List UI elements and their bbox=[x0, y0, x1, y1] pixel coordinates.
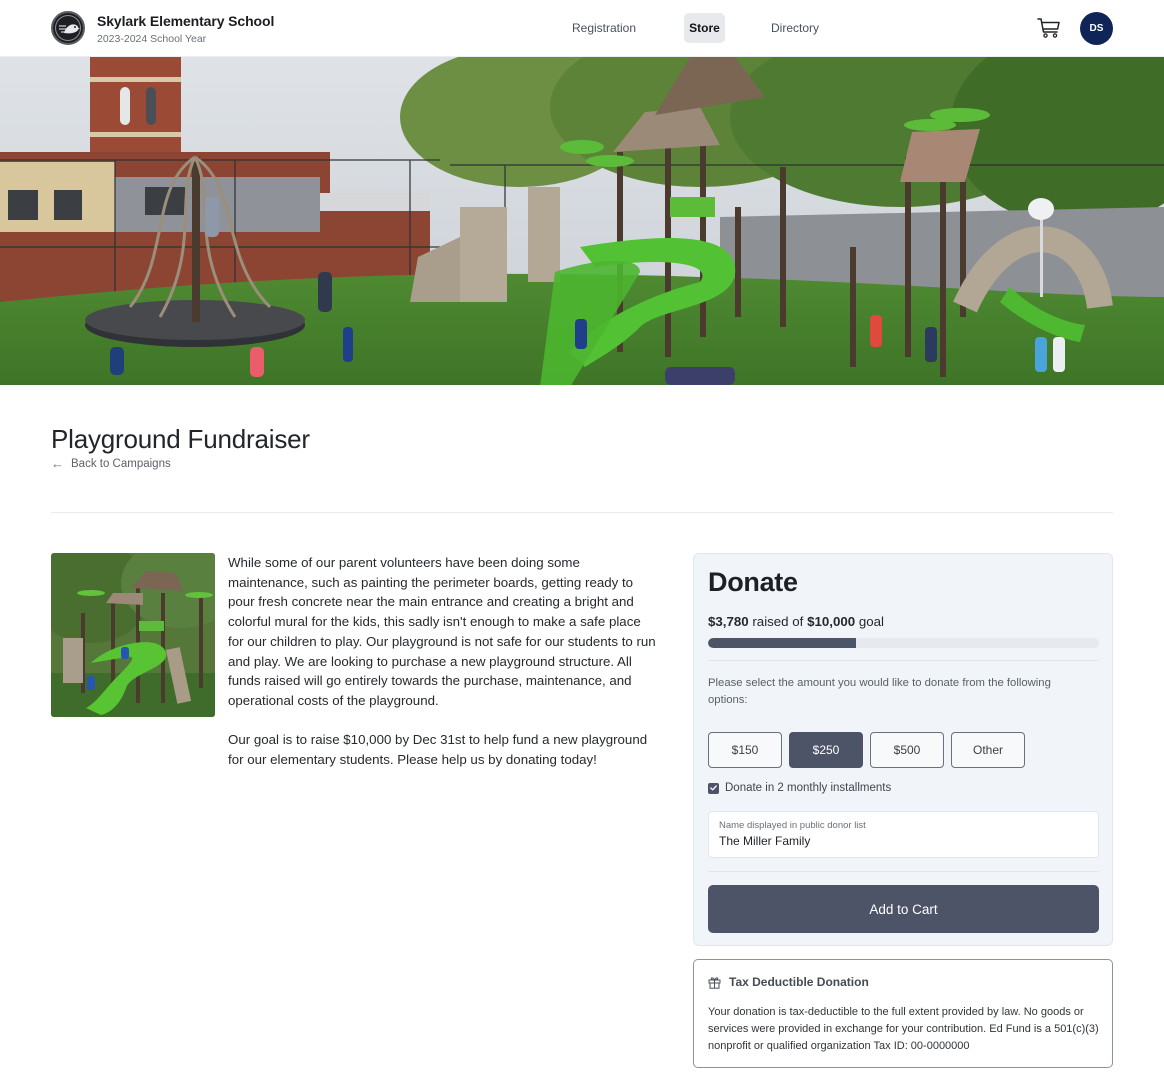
shopping-cart-icon bbox=[1037, 18, 1060, 38]
back-to-campaigns-link[interactable]: ← Back to Campaigns bbox=[51, 457, 171, 470]
campaign-thumbnail bbox=[51, 553, 215, 717]
installments-checkbox[interactable] bbox=[708, 782, 719, 794]
donate-heading: Donate bbox=[708, 567, 798, 597]
tax-card-text: Your donation is tax-deductible to the f… bbox=[708, 1006, 1099, 1052]
installments-label: Donate in 2 monthly installments bbox=[725, 782, 892, 794]
playground-thumbnail-image bbox=[51, 553, 215, 717]
arrow-left-icon: ← bbox=[51, 456, 64, 471]
donate-card: Donate $3,780 raised of $10,000 goal Ple… bbox=[693, 553, 1113, 946]
description-paragraph: Our goal is to raise $10,000 by Dec 31st… bbox=[228, 732, 648, 768]
fundraising-progress-bar bbox=[708, 638, 1099, 648]
gift-icon bbox=[708, 976, 721, 989]
top-navbar: Skylark Elementary School 2023-2024 Scho… bbox=[0, 0, 1164, 57]
user-avatar[interactable]: DS bbox=[1080, 12, 1113, 45]
checkmark-icon bbox=[710, 785, 717, 791]
tax-card-header: Tax Deductible Donation bbox=[708, 975, 869, 989]
donor-name-input[interactable] bbox=[719, 834, 1079, 848]
school-year: 2023-2024 School Year bbox=[97, 33, 207, 45]
playground-photo bbox=[0, 57, 1164, 385]
tax-card-title: Tax Deductible Donation bbox=[729, 975, 869, 989]
goal-suffix: goal bbox=[855, 614, 884, 629]
donor-name-field[interactable]: Name displayed in public donor list bbox=[708, 811, 1099, 858]
hero-image bbox=[0, 57, 1164, 385]
nav-registration[interactable]: Registration bbox=[566, 13, 642, 43]
amount-options: $150 $250 $500 Other bbox=[708, 732, 1025, 768]
card-divider bbox=[708, 660, 1099, 661]
raised-of-text: raised of bbox=[748, 614, 808, 629]
raised-summary: $3,780 raised of $10,000 goal bbox=[708, 614, 884, 629]
amount-other-button[interactable]: Other bbox=[951, 732, 1025, 768]
donor-name-label: Name displayed in public donor list bbox=[719, 820, 866, 831]
amount-500-button[interactable]: $500 bbox=[870, 732, 944, 768]
amount-150-button[interactable]: $150 bbox=[708, 732, 782, 768]
amount-250-button[interactable]: $250 bbox=[789, 732, 863, 768]
raised-amount: $3,780 bbox=[708, 614, 749, 629]
card-divider bbox=[708, 871, 1099, 872]
installments-option[interactable]: Donate in 2 monthly installments bbox=[708, 782, 891, 794]
school-logo[interactable] bbox=[51, 11, 85, 45]
description-paragraph: While some of our parent volunteers have… bbox=[228, 555, 656, 708]
amount-instructions: Please select the amount you would like … bbox=[708, 677, 1051, 706]
skylark-bird-icon bbox=[59, 24, 80, 34]
campaign-description: While some of our parent volunteers have… bbox=[228, 553, 658, 770]
nav-store[interactable]: Store bbox=[684, 13, 725, 43]
add-to-cart-button[interactable]: Add to Cart bbox=[708, 885, 1099, 933]
progress-fill bbox=[708, 638, 856, 648]
page-title: Playground Fundraiser bbox=[51, 424, 310, 454]
back-link-label: Back to Campaigns bbox=[71, 457, 171, 470]
cart-button[interactable] bbox=[1036, 15, 1062, 41]
goal-amount: $10,000 bbox=[807, 614, 856, 629]
nav-directory[interactable]: Directory bbox=[765, 13, 825, 43]
school-name: Skylark Elementary School bbox=[97, 13, 275, 29]
tax-deductible-card: Tax Deductible Donation Your donation is… bbox=[693, 959, 1113, 1068]
section-divider bbox=[51, 512, 1113, 513]
